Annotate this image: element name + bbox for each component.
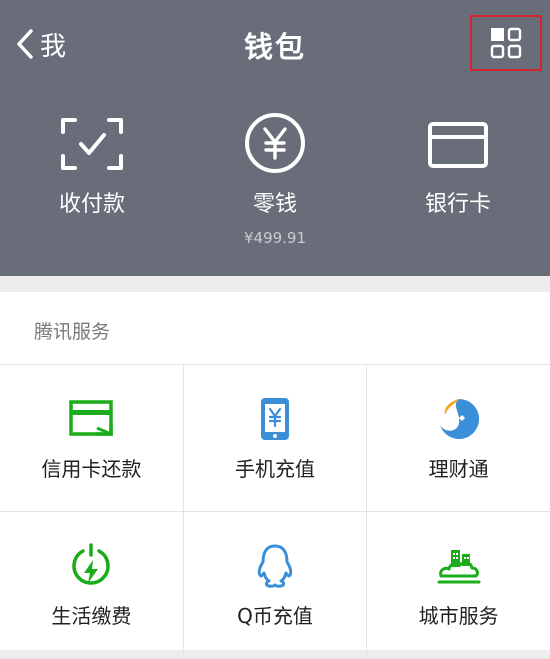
bank-card-label: 银行卡 [424,192,491,217]
qq-coin-topup-label: Q币充值 [237,604,313,628]
utility-bill-button[interactable]: 生活缴费 [0,512,184,658]
utility-bill-icon [72,543,110,585]
wealth-icon [439,398,479,439]
services-row: 生活缴费 Q币充值 城市服务 [0,512,550,659]
bank-card-icon [428,122,488,168]
credit-card-repay-button[interactable]: 信用卡还款 [0,365,184,511]
yuan-coin-icon [245,113,305,173]
page-title: 钱包 [243,30,306,64]
mobile-topup-button[interactable]: 手机充值 [184,365,368,511]
wealth-button[interactable]: 理财通 [367,365,550,511]
services-grid: 信用卡还款 手机充值 理财通 生活缴费 Q币充值 城市服务 [0,364,550,659]
payment-label: 收付款 [58,192,125,217]
city-services-label: 城市服务 [418,604,499,628]
mobile-topup-label: 手机充值 [235,457,315,481]
bank-card-button[interactable]: 银行卡 [378,116,538,218]
qq-coin-topup-button[interactable]: Q币充值 [184,512,368,658]
wealth-label: 理财通 [428,457,489,481]
balance-button[interactable]: 零钱 ¥499.91 [195,113,355,247]
utility-bill-label: 生活缴费 [51,604,132,628]
qq-penguin-icon [257,544,293,588]
payment-code-button[interactable]: 收付款 [12,116,172,218]
credit-card-repay-icon [69,400,114,436]
mobile-topup-icon [261,398,289,440]
balance-label: 零钱 [252,192,297,217]
city-services-button[interactable]: 城市服务 [367,512,550,658]
city-services-icon [437,550,481,584]
more-menu-button[interactable] [470,15,542,71]
tencent-services-section: 腾讯服务 信用卡还款 手机充值 理财通 生活缴费 Q币充值 城市服务 [0,292,550,659]
grid-menu-icon [490,27,522,59]
wallet-header: 我 钱包 收付款 零钱 ¥499.91 银行卡 [0,0,550,276]
scan-pay-icon [61,118,123,170]
balance-amount: ¥499.91 [243,229,307,247]
credit-card-repay-label: 信用卡还款 [41,457,142,481]
section-title: 腾讯服务 [34,321,111,343]
services-row: 信用卡还款 手机充值 理财通 [0,365,550,512]
